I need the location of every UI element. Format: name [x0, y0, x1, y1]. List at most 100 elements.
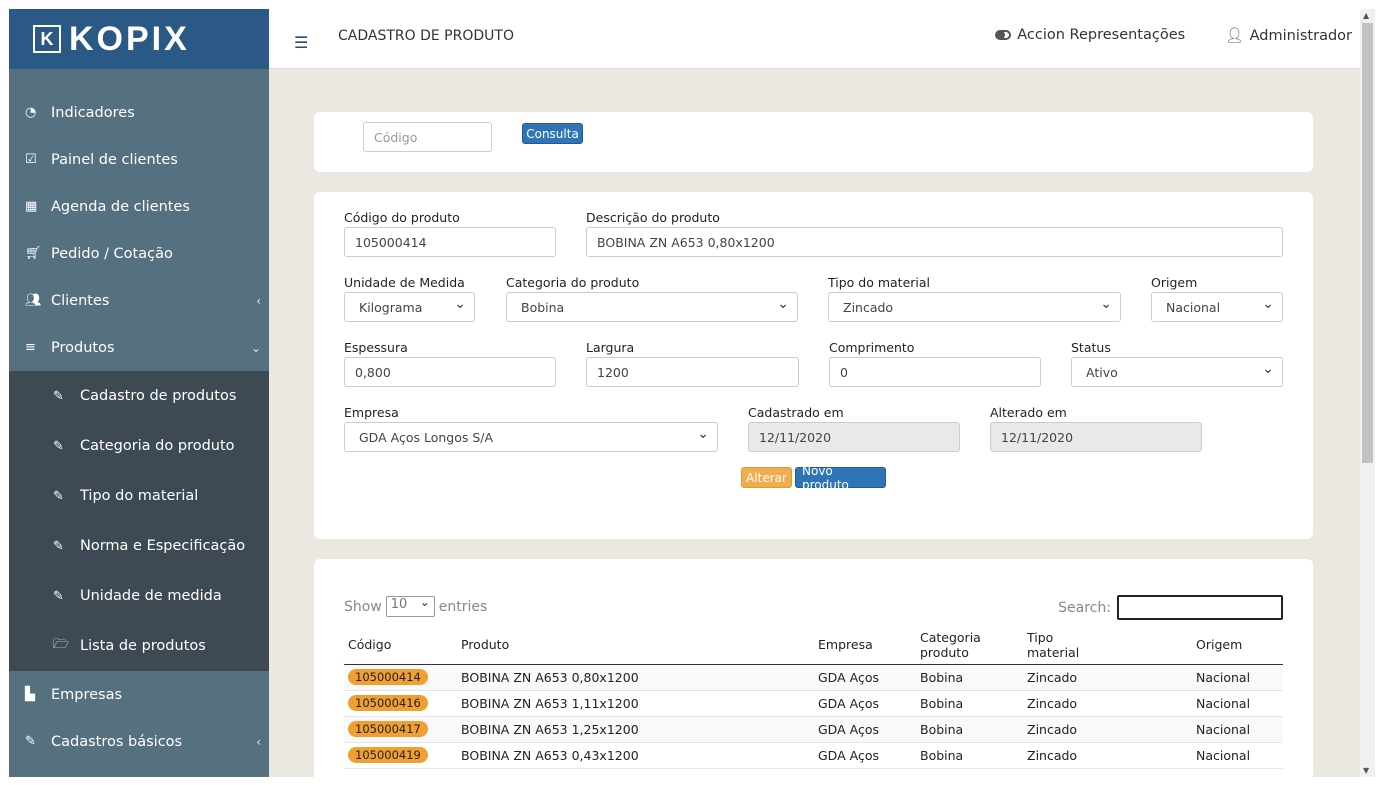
- cell-produto: BOBINA ZN A653 0,43x1200: [457, 742, 814, 769]
- bars-icon: ≡: [25, 340, 36, 355]
- product-code-badge[interactable]: 105000419: [348, 747, 428, 763]
- origem-select[interactable]: Nacional: [1151, 292, 1283, 322]
- categoria-select[interactable]: Bobina: [506, 292, 798, 322]
- alterar-button[interactable]: Alterar: [741, 467, 792, 488]
- sidebar-subitem-tipo-material[interactable]: ✎ Tipo do material: [9, 471, 269, 521]
- user-icon: 👤︎: [1225, 28, 1244, 44]
- empresa-label: Empresa: [344, 405, 399, 420]
- sidebar-item-cadastros-basicos[interactable]: ✎ Cadastros básicos ‹: [9, 718, 269, 765]
- col-categoria-line1: Categoria: [920, 629, 981, 645]
- menu-toggle-icon[interactable]: ☰: [294, 33, 308, 52]
- espessura-field[interactable]: 0,800: [344, 357, 556, 387]
- search-label: Search:: [1058, 599, 1111, 616]
- products-table-card: Show 10 entries Search: Código Produto E…: [314, 559, 1313, 777]
- cell-origem: Nacional: [1192, 742, 1283, 769]
- edit-icon: ✎: [25, 734, 36, 749]
- table-search-input[interactable]: [1117, 595, 1283, 620]
- product-code-badge[interactable]: 105000414: [348, 669, 428, 685]
- sidebar-item-label: Pedido / Cotação: [51, 245, 173, 262]
- header-actions: Accion Representações 👤︎ Administrador: [995, 27, 1352, 44]
- cell-categoria: Bobina: [916, 716, 1023, 743]
- sidebar: K KOPIX ◔ Indicadores ☑ Painel de client…: [9, 9, 269, 777]
- descricao-field[interactable]: BOBINA ZN A653 0,80x1200: [586, 227, 1283, 257]
- codigo-field[interactable]: 105000414: [344, 227, 556, 257]
- descricao-label: Descrição do produto: [586, 210, 720, 225]
- scroll-up-icon[interactable]: ▲: [1363, 11, 1369, 20]
- sidebar-item-label: Produtos: [51, 339, 115, 356]
- col-categoria-line2: produto: [920, 644, 969, 660]
- users-icon: 👥︎: [25, 293, 42, 308]
- unidade-label: Unidade de Medida: [344, 275, 465, 290]
- cell-produto: BOBINA ZN A653 1,11x1200: [457, 690, 814, 717]
- col-tipo[interactable]: Tipo material: [1023, 626, 1192, 665]
- empresa-select[interactable]: GDA Aços Longos S/A: [344, 422, 718, 452]
- tipo-label: Tipo do material: [828, 275, 931, 290]
- scrollbar-thumb[interactable]: [1362, 23, 1373, 463]
- table-row[interactable]: 105000416 BOBINA ZN A653 1,11x1200 GDA A…: [344, 690, 1283, 717]
- product-code-badge[interactable]: 105000417: [348, 721, 428, 737]
- sidebar-item-agenda-clientes[interactable]: ▦ Agenda de clientes: [9, 183, 269, 230]
- cell-produto: BOBINA ZN A653 1,25x1200: [457, 716, 814, 743]
- sidebar-item-produtos[interactable]: ≡ Produtos ⌄: [9, 324, 269, 371]
- consulta-button[interactable]: Consulta: [522, 123, 583, 144]
- col-origem[interactable]: Origem: [1192, 626, 1283, 665]
- col-codigo[interactable]: Código: [344, 626, 457, 665]
- col-produto[interactable]: Produto: [457, 626, 814, 665]
- col-categoria[interactable]: Categoria produto: [916, 626, 1023, 665]
- sidebar-item-empresas[interactable]: ▙ Empresas: [9, 671, 269, 718]
- app-frame: K KOPIX ◔ Indicadores ☑ Painel de client…: [9, 9, 1375, 777]
- sidebar-subitem-unidade[interactable]: ✎ Unidade de medida: [9, 571, 269, 621]
- sidebar-subitem-cadastro-produtos[interactable]: ✎ Cadastro de produtos: [9, 371, 269, 421]
- cell-empresa: GDA Aços: [814, 716, 916, 743]
- sidebar-subitem-lista-produtos[interactable]: 🗁︎ Lista de produtos: [9, 621, 269, 671]
- origem-label: Origem: [1151, 275, 1198, 290]
- tipo-select[interactable]: Zincado: [828, 292, 1121, 322]
- brand-logo[interactable]: K KOPIX: [9, 9, 269, 69]
- table-row[interactable]: 105000414 BOBINA ZN A653 0,80x1200 GDA A…: [344, 664, 1283, 691]
- sidebar-item-pedido[interactable]: 🛒︎ Pedido / Cotação: [9, 230, 269, 277]
- entries-label: entries: [438, 598, 488, 615]
- cell-origem: Nacional: [1192, 716, 1283, 743]
- status-select[interactable]: Ativo: [1071, 357, 1283, 387]
- sidebar-item-label: Painel de clientes: [51, 151, 178, 168]
- company-switch[interactable]: Accion Representações: [995, 27, 1185, 44]
- user-menu[interactable]: 👤︎ Administrador: [1225, 27, 1352, 44]
- sidebar-subitem-label: Unidade de medida: [80, 588, 222, 604]
- edit-icon: ✎: [53, 588, 64, 604]
- chevron-down-icon: ⌄: [250, 340, 261, 355]
- page-scrollbar[interactable]: ▲ ▼: [1360, 9, 1375, 777]
- col-empresa[interactable]: Empresa: [814, 626, 916, 665]
- page-length-control: Show 10 entries: [344, 595, 488, 617]
- sidebar-menu: ◔ Indicadores ☑ Painel de clientes ▦ Age…: [9, 69, 269, 765]
- user-name: Administrador: [1249, 28, 1352, 44]
- cell-origem: Nacional: [1192, 664, 1283, 691]
- edit-icon: ✎: [53, 438, 64, 454]
- sidebar-subitem-label: Norma e Especificação: [80, 538, 246, 554]
- folder-open-icon: 🗁︎: [53, 637, 70, 652]
- scroll-down-icon[interactable]: ▼: [1363, 766, 1369, 775]
- company-name: Accion Representações: [1017, 27, 1186, 43]
- product-code-badge[interactable]: 105000416: [348, 695, 428, 711]
- sidebar-item-clientes[interactable]: 👥︎ Clientes ‹: [9, 277, 269, 324]
- page-length-select[interactable]: 10: [385, 595, 435, 617]
- check-square-icon: ☑: [25, 152, 37, 167]
- table-row[interactable]: 105000419 BOBINA ZN A653 0,43x1200 GDA A…: [344, 742, 1283, 769]
- largura-label: Largura: [586, 340, 635, 355]
- produtos-submenu: ✎ Cadastro de produtos ✎ Categoria do pr…: [9, 371, 269, 671]
- sidebar-subitem-categoria[interactable]: ✎ Categoria do produto: [9, 421, 269, 471]
- largura-field[interactable]: 1200: [586, 357, 799, 387]
- edit-icon: ✎: [53, 538, 64, 554]
- cell-categoria: Bobina: [916, 690, 1023, 717]
- sidebar-item-painel-clientes[interactable]: ☑ Painel de clientes: [9, 136, 269, 183]
- alterado-field: 12/11/2020: [990, 422, 1202, 452]
- novo-produto-button[interactable]: Novo produto: [795, 464, 886, 492]
- col-tipo-line2: material: [1027, 644, 1080, 660]
- sidebar-item-indicadores[interactable]: ◔ Indicadores: [9, 89, 269, 136]
- sidebar-subitem-label: Lista de produtos: [80, 638, 206, 654]
- comprimento-field[interactable]: 0: [829, 357, 1041, 387]
- sidebar-subitem-norma[interactable]: ✎ Norma e Especificação: [9, 521, 269, 571]
- unidade-select[interactable]: Kilograma: [344, 292, 475, 322]
- table-header-row: Código Produto Empresa Categoria produto …: [344, 626, 1283, 665]
- code-search-input[interactable]: Código: [363, 122, 492, 152]
- table-row[interactable]: 105000417 BOBINA ZN A653 1,25x1200 GDA A…: [344, 716, 1283, 743]
